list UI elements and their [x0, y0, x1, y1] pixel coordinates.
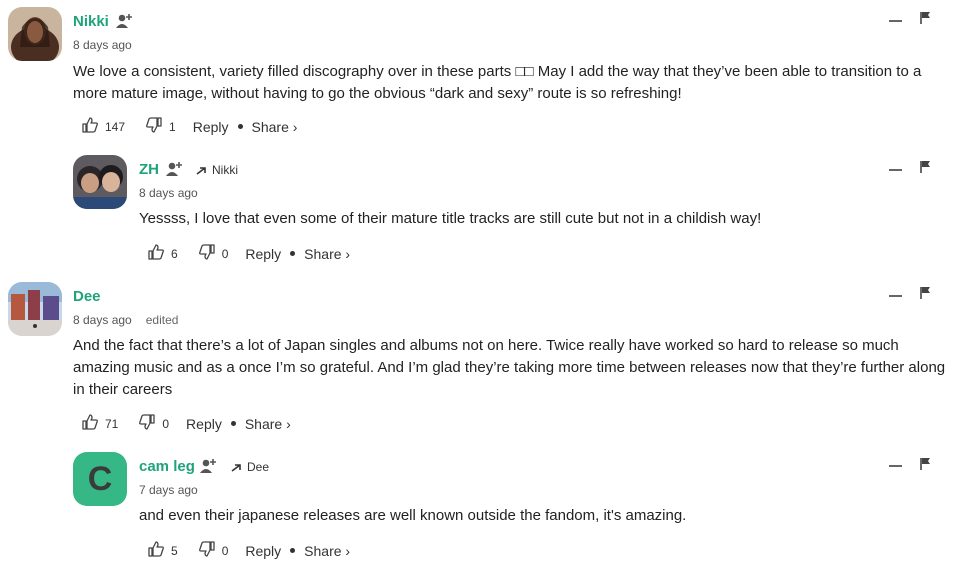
- thumbs-down-icon[interactable]: [138, 413, 156, 434]
- dislike-count: 0: [162, 416, 170, 431]
- like-count: 147: [105, 119, 126, 134]
- comment-dee: Dee 8 days ago edited And the fact that t…: [0, 275, 960, 440]
- share-button[interactable]: Share ›: [245, 416, 291, 432]
- comment-body: We love a consistent, variety filled dis…: [73, 63, 922, 102]
- comment-nikki: Nikki 8 days ago We love a consistent, v…: [0, 0, 960, 140]
- flag-icon[interactable]: [920, 11, 932, 30]
- comment-actions: 147 1 Reply Share ›: [81, 116, 297, 137]
- dislike-count: 1: [169, 119, 176, 134]
- separator-dot: [290, 548, 296, 553]
- comment-cam-leg: C cam leg Dee 7 days ago and even their …: [0, 447, 960, 567]
- comment-timestamp: 8 days ago edited: [73, 313, 178, 327]
- collapse-icon[interactable]: [889, 465, 902, 467]
- collapse-icon[interactable]: [889, 295, 902, 297]
- reply-button[interactable]: Reply: [193, 119, 229, 135]
- avatar-letter: C: [87, 459, 113, 498]
- like-count: 5: [171, 543, 178, 558]
- author-name[interactable]: cam leg: [139, 458, 195, 475]
- comment-timestamp: 8 days ago: [73, 38, 132, 52]
- comment-timestamp: 8 days ago: [139, 186, 198, 200]
- comment-timestamp: 7 days ago: [139, 483, 198, 497]
- flag-icon[interactable]: [920, 286, 932, 305]
- thumbs-down-icon[interactable]: [198, 540, 216, 561]
- reply-button[interactable]: Reply: [245, 246, 281, 262]
- comment-body: And the fact that there’s a lot of Japan…: [73, 337, 946, 398]
- dislike-count: 0: [221, 543, 229, 558]
- separator-dot: [230, 421, 236, 426]
- dislike-count: 0: [221, 246, 229, 261]
- author-name[interactable]: Dee: [73, 288, 101, 305]
- share-button[interactable]: Share ›: [304, 246, 350, 262]
- timestamp-text: 8 days ago: [73, 313, 132, 327]
- reply-button[interactable]: Reply: [186, 416, 222, 432]
- edited-label: edited: [145, 313, 179, 327]
- avatar[interactable]: [8, 7, 62, 61]
- thumbs-down-icon[interactable]: [145, 116, 163, 137]
- collapse-icon[interactable]: [889, 20, 902, 22]
- avatar[interactable]: [73, 155, 127, 209]
- like-count: 71: [105, 416, 119, 431]
- reply-to-username[interactable]: Dee: [247, 460, 269, 474]
- comment-actions: 6 0 Reply Share ›: [147, 243, 350, 264]
- separator-dot: [290, 251, 296, 256]
- author-name[interactable]: ZH: [139, 161, 159, 178]
- flag-icon[interactable]: [920, 457, 932, 476]
- thumbs-up-icon[interactable]: [81, 116, 99, 137]
- thumbs-up-icon[interactable]: [81, 413, 99, 434]
- avatar[interactable]: [8, 282, 62, 336]
- share-button[interactable]: Share ›: [304, 543, 350, 559]
- reply-arrow-icon: [231, 460, 243, 478]
- comment-body: Yessss, I love that even some of their m…: [139, 210, 762, 227]
- comment-actions: 71 0 Reply Share ›: [81, 413, 291, 434]
- like-count: 6: [171, 246, 178, 261]
- thumbs-up-icon[interactable]: [147, 540, 165, 561]
- thumbs-down-icon[interactable]: [198, 243, 216, 264]
- avatar[interactable]: C: [73, 452, 127, 506]
- follow-user-icon[interactable]: [166, 160, 184, 183]
- author-name[interactable]: Nikki: [73, 13, 109, 30]
- comment-body: and even their japanese releases are wel…: [139, 507, 687, 524]
- comment-actions: 5 0 Reply Share ›: [147, 540, 350, 561]
- comment-zh: ZH Nikki 8 days ago Yessss, I love that …: [0, 150, 960, 270]
- flag-icon[interactable]: [920, 160, 932, 179]
- reply-to-username[interactable]: Nikki: [212, 163, 238, 177]
- share-button[interactable]: Share ›: [252, 119, 298, 135]
- separator-dot: [237, 124, 243, 129]
- follow-user-icon[interactable]: [116, 12, 134, 35]
- reply-arrow-icon: [196, 163, 208, 181]
- collapse-icon[interactable]: [889, 169, 902, 171]
- reply-button[interactable]: Reply: [245, 543, 281, 559]
- follow-user-icon[interactable]: [200, 457, 218, 480]
- thumbs-up-icon[interactable]: [147, 243, 165, 264]
